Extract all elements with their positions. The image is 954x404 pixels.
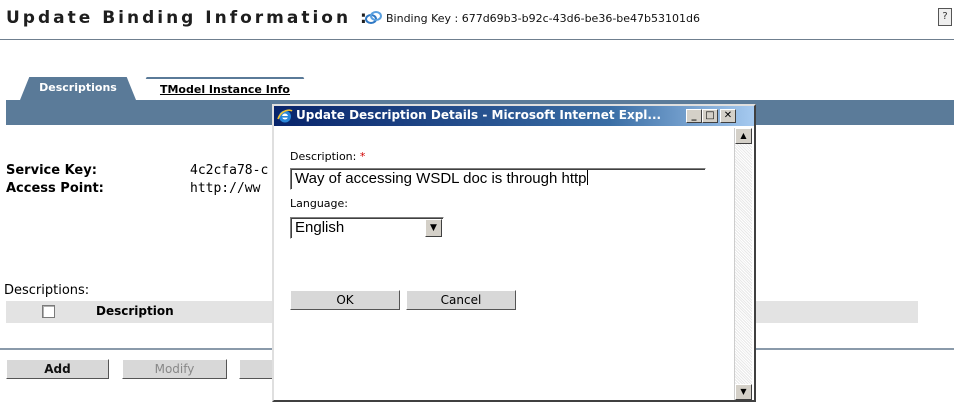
description-field-label: Description: * bbox=[290, 150, 365, 163]
descriptions-label: Descriptions: bbox=[4, 283, 90, 298]
required-marker: * bbox=[359, 150, 366, 163]
close-icon[interactable]: ✕ bbox=[720, 109, 736, 123]
page-title-text: Update Binding Information bbox=[6, 8, 352, 28]
binding-icon bbox=[365, 11, 382, 24]
binding-key: Binding Key : 677d69b3-b92c-43d6-be36-be… bbox=[386, 12, 700, 25]
add-button[interactable]: Add bbox=[6, 359, 109, 379]
ie-icon bbox=[277, 109, 293, 123]
dropdown-arrow-icon[interactable]: ▼ bbox=[425, 219, 442, 237]
cancel-button[interactable]: Cancel bbox=[406, 290, 516, 310]
language-select[interactable]: English ▼ bbox=[290, 217, 444, 239]
modify-button[interactable]: Modify bbox=[122, 359, 227, 379]
help-icon[interactable]: ? bbox=[938, 8, 952, 26]
service-key-label: Service Key: bbox=[6, 163, 97, 178]
select-all-checkbox[interactable] bbox=[42, 305, 55, 318]
service-key-value: 4c2cfa78-c bbox=[190, 163, 269, 178]
language-label: Language: bbox=[290, 197, 348, 210]
minimize-icon[interactable]: _ bbox=[686, 109, 702, 123]
update-description-popup: Update Description Details - Microsoft I… bbox=[272, 104, 756, 402]
description-input[interactable]: Way of accessing WSDL doc is through htt… bbox=[290, 168, 706, 190]
scroll-up-icon[interactable]: ▲ bbox=[735, 128, 752, 144]
text-caret bbox=[586, 170, 588, 185]
tab-descriptions[interactable]: Descriptions bbox=[20, 77, 136, 100]
popup-title-bar[interactable]: Update Description Details - Microsoft I… bbox=[274, 106, 754, 126]
maximize-icon[interactable]: □ bbox=[702, 109, 718, 123]
description-input-value: Way of accessing WSDL doc is through htt… bbox=[295, 170, 587, 187]
scroll-down-icon[interactable]: ▼ bbox=[735, 384, 752, 400]
language-selected-value: English bbox=[295, 219, 345, 236]
header-divider bbox=[0, 39, 954, 40]
access-point-value: http://ww bbox=[190, 181, 261, 196]
popup-title: Update Description Details - Microsoft I… bbox=[296, 108, 662, 122]
description-label-text: Description: bbox=[290, 150, 357, 163]
tab-tmodel-instance-info[interactable]: TModel Instance Info bbox=[136, 77, 314, 100]
description-column-header: Description bbox=[96, 304, 174, 318]
access-point-label: Access Point: bbox=[6, 181, 104, 196]
ok-button[interactable]: OK bbox=[290, 290, 400, 310]
popup-scrollbar[interactable]: ▲ ▼ bbox=[734, 128, 752, 400]
page-title: Update Binding Information : bbox=[6, 8, 370, 28]
